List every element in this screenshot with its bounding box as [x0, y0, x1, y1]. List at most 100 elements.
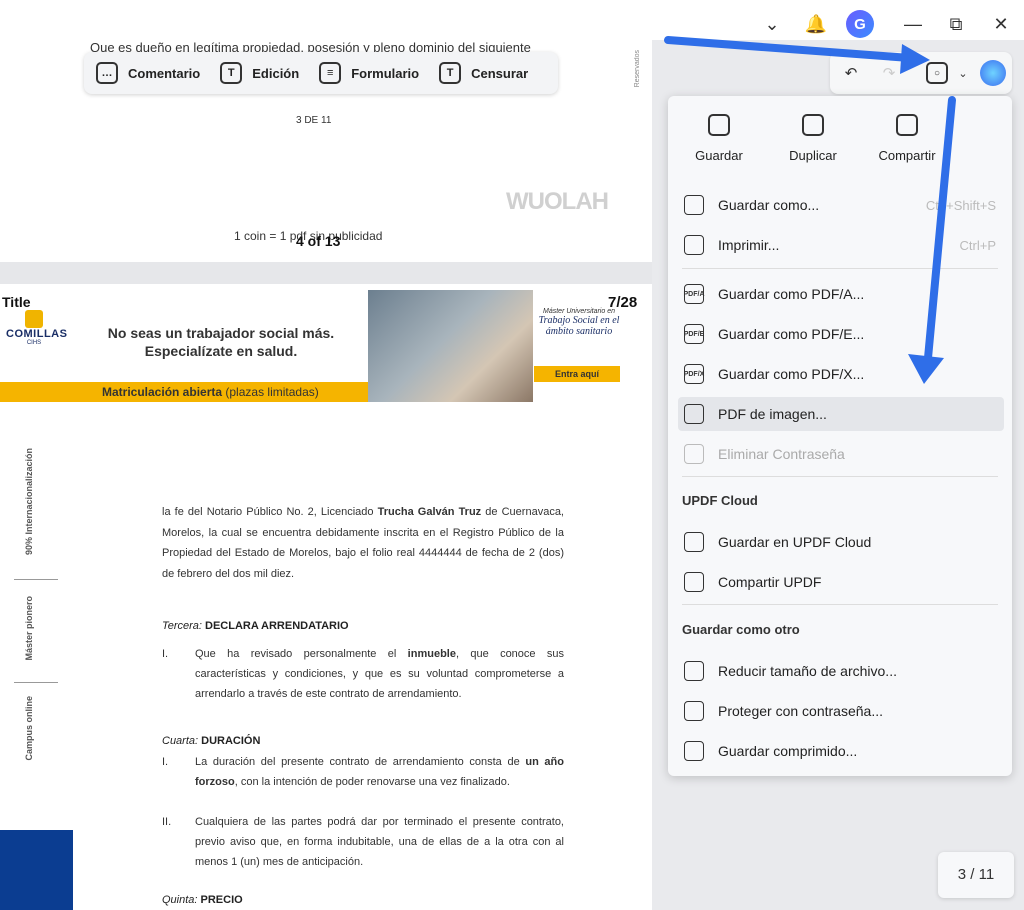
save-icon: [708, 114, 730, 136]
side-label-master: Máster pionero: [24, 596, 34, 661]
other-section-title: Guardar como otro: [682, 622, 800, 637]
clause-cuarta-heading: Cuarta: DURACIÓN: [162, 735, 261, 747]
brand-blue-block: [0, 830, 73, 910]
menu-item-label: PDF de imagen...: [718, 406, 827, 422]
banner-cta-button[interactable]: Entra aquí: [534, 366, 620, 382]
form-tool-label: Formulario: [351, 65, 420, 81]
share-icon: [896, 114, 918, 136]
list-item: I. La duración del presente contrato de a…: [162, 756, 564, 788]
banner-title: Title: [2, 294, 31, 310]
menu-item-label: Compartir UPDF: [718, 574, 822, 590]
quick-duplicate-button[interactable]: Duplicar: [768, 114, 858, 163]
headline-line-2: Especialízate en salud.: [144, 343, 298, 359]
list-item: II. Cualquiera de las partes podrá dar po…: [162, 816, 564, 868]
chevron-down-icon[interactable]: ⌄: [756, 8, 788, 40]
menu-divider: [682, 476, 998, 477]
user-avatar[interactable]: G: [846, 10, 874, 38]
banner-headline: No seas un trabajador social más. Especi…: [96, 324, 346, 360]
menu-item-label: Guardar como PDF/X...: [718, 366, 865, 382]
master-small: Máster Universitario en: [543, 308, 615, 315]
comment-tool-label: Comentario: [128, 65, 201, 81]
notification-bell-icon[interactable]: 🔔: [800, 8, 832, 40]
enrollment-strip: Matriculación abierta (plazas limitadas): [0, 382, 368, 402]
ad-banner[interactable]: Title 7/28 COMILLAS CIHS No seas un trab…: [0, 284, 652, 404]
save-icon[interactable]: ○: [926, 62, 948, 84]
menu-item-label: Guardar en UPDF Cloud: [718, 534, 872, 550]
menu-save-as[interactable]: Guardar como... Ctrl+Shift+S: [678, 188, 1004, 222]
comillas-emblem-icon: [25, 310, 43, 328]
menu-save-compressed[interactable]: Guardar comprimido...: [678, 734, 1004, 768]
shortcut-label: Ctrl+Shift+S: [925, 197, 996, 213]
quick-duplicate-label: Duplicar: [789, 148, 837, 163]
redact-icon: T: [439, 62, 462, 84]
duplicate-icon: [802, 114, 824, 136]
link-icon: [684, 572, 704, 592]
enrollment-bold: Matriculación abierta: [102, 385, 223, 399]
pdfx-icon: PDF/X: [684, 364, 704, 384]
menu-item-label: Proteger con contraseña...: [718, 703, 883, 719]
comment-icon: …: [96, 62, 118, 84]
edit-icon: T: [220, 62, 243, 84]
menu-protect-password[interactable]: Proteger con contraseña...: [678, 694, 1004, 728]
save-as-icon: [684, 195, 704, 215]
menu-item-label: Imprimir...: [718, 237, 780, 253]
wuolah-watermark: WUOLAH: [506, 188, 609, 215]
page-counter[interactable]: 3 / 11: [938, 852, 1014, 898]
master-title: Trabajo Social en el ámbito sanitario: [538, 315, 620, 337]
undo-icon[interactable]: ↶: [840, 62, 862, 84]
page-footer-number: 3 DE 11: [296, 115, 332, 126]
menu-save-pdfa[interactable]: PDF/A Guardar como PDF/A...: [678, 277, 1004, 311]
reservados-label: Reservados: [634, 50, 641, 88]
menu-item-label: Guardar como PDF/A...: [718, 286, 865, 302]
remove-password-icon: [684, 444, 704, 464]
quick-toolbar: ↶ ↷ ○ ⌄: [830, 52, 1012, 94]
form-icon: ≡: [319, 62, 342, 84]
clause-quinta-heading: Quinta: PRECIO: [162, 894, 243, 906]
menu-image-pdf[interactable]: PDF de imagen...: [678, 397, 1004, 431]
quick-share-button[interactable]: Compartir: [862, 114, 952, 163]
cloud-upload-icon: [684, 532, 704, 552]
clause-tercera-heading: Tercera: DECLARA ARRENDATARIO: [162, 620, 349, 632]
menu-print[interactable]: Imprimir... Ctrl+P: [678, 228, 1004, 262]
edit-tool-button[interactable]: T Edición: [220, 62, 299, 84]
pdfe-icon: PDF/E: [684, 324, 704, 344]
menu-share-updf[interactable]: Compartir UPDF: [678, 565, 1004, 599]
comillas-logo: COMILLAS CIHS: [6, 310, 68, 358]
quick-save-label: Guardar: [695, 148, 743, 163]
paragraph-notario: la fe del Notario Público No. 2, Licenci…: [162, 506, 564, 580]
protect-icon: [684, 701, 704, 721]
menu-item-label: Reducir tamaño de archivo...: [718, 663, 897, 679]
menu-reduce-size[interactable]: Reducir tamaño de archivo...: [678, 654, 1004, 688]
quick-save-button[interactable]: Guardar: [674, 114, 764, 163]
list-item: I. Que ha revisado personalmente el inmue…: [162, 648, 565, 700]
minimize-icon[interactable]: —: [897, 8, 929, 40]
redact-tool-button[interactable]: T Censurar: [439, 62, 528, 84]
side-divider: [14, 682, 58, 683]
menu-item-label: Guardar como...: [718, 197, 820, 213]
menu-save-pdfx[interactable]: PDF/X Guardar como PDF/X...: [678, 357, 1004, 391]
side-label-campus: Campus online: [24, 696, 34, 761]
comment-tool-button[interactable]: … Comentario: [96, 62, 200, 84]
menu-divider: [682, 604, 998, 605]
ai-assistant-icon[interactable]: [980, 60, 1006, 86]
form-tool-button[interactable]: ≡ Formulario: [319, 62, 419, 84]
redo-icon[interactable]: ↷: [878, 62, 900, 84]
menu-remove-password[interactable]: Eliminar Contraseña: [678, 437, 1004, 471]
banner-photo: [368, 290, 533, 402]
cloud-section-title: UPDF Cloud: [682, 493, 758, 508]
side-divider: [14, 579, 58, 580]
pdf-page-bottom: Title 7/28 COMILLAS CIHS No seas un trab…: [0, 284, 652, 910]
restore-icon[interactable]: ⧉: [940, 8, 972, 40]
side-label-internacionalizacion: 90% Internacionalización: [24, 448, 34, 556]
document-viewport[interactable]: Que es dueño en legítima propiedad, pose…: [0, 40, 652, 910]
logo-name: COMILLAS: [6, 328, 68, 340]
chevron-down-icon[interactable]: ⌄: [952, 62, 974, 84]
logo-sub: CIHS: [26, 340, 42, 346]
quick-share-label: Compartir: [878, 148, 936, 163]
close-icon[interactable]: ✕: [985, 8, 1017, 40]
master-info: Máster Universitario en Trabajo Social e…: [534, 308, 624, 337]
reduce-size-icon: [684, 661, 704, 681]
shortcut-label: Ctrl+P: [959, 237, 996, 253]
menu-save-pdfe[interactable]: PDF/E Guardar como PDF/E...: [678, 317, 1004, 351]
menu-save-cloud[interactable]: Guardar en UPDF Cloud: [678, 525, 1004, 559]
